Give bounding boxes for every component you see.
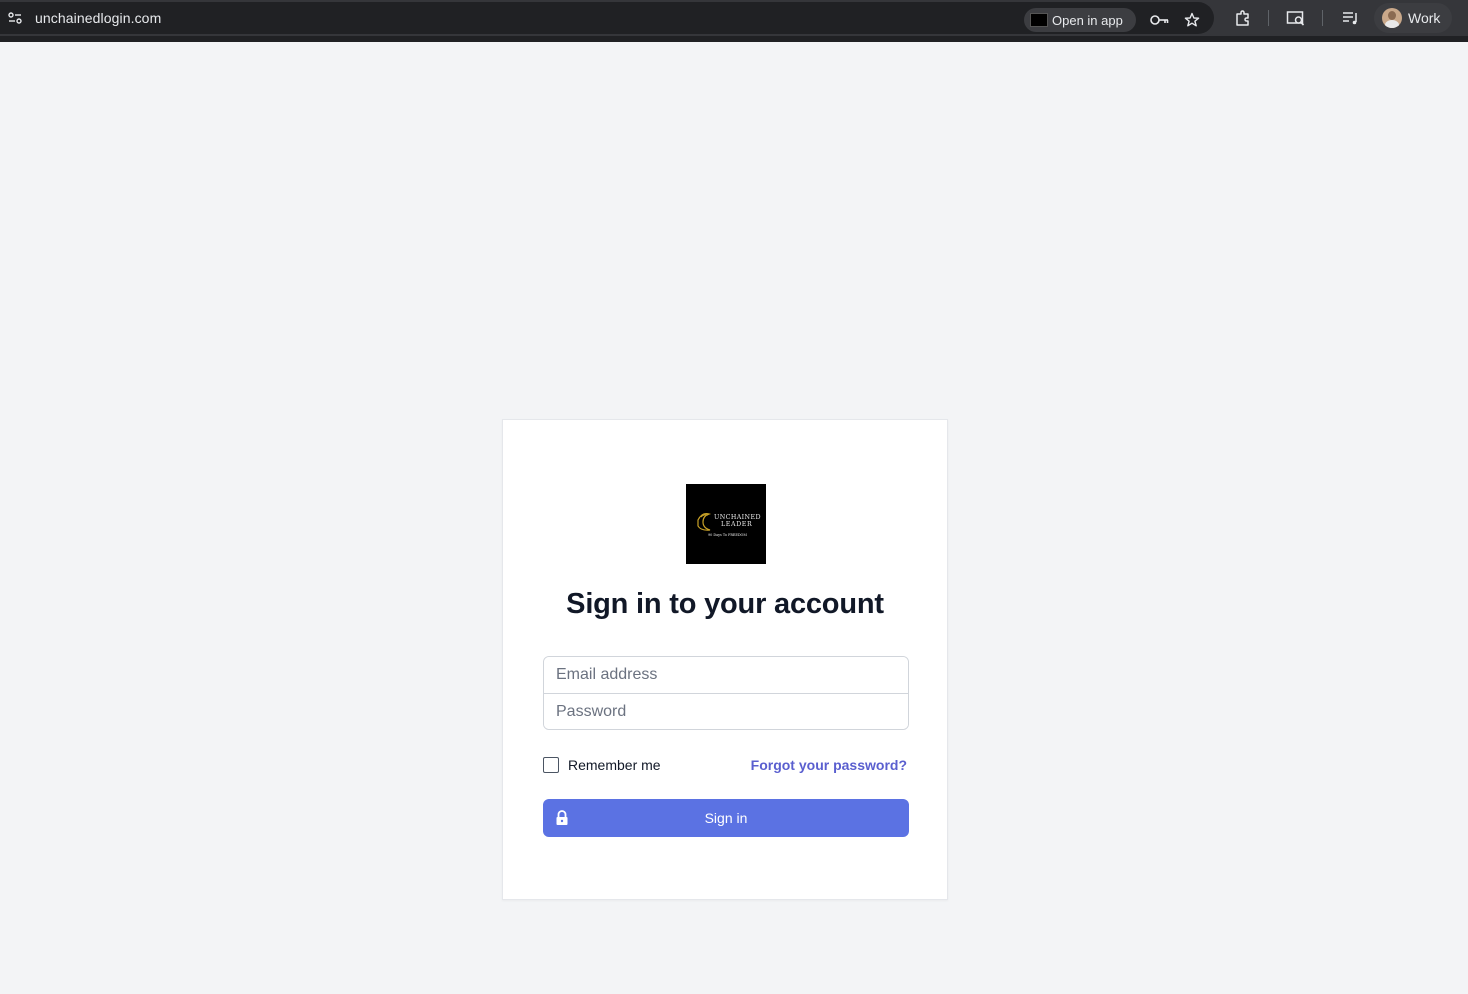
remember-me-checkbox[interactable] — [543, 757, 559, 773]
sign-in-button[interactable]: Sign in — [543, 799, 909, 837]
email-field[interactable] — [544, 657, 908, 693]
svg-text:90 Days To FREEDOM: 90 Days To FREEDOM — [708, 533, 747, 537]
media-control-icon[interactable] — [1339, 7, 1361, 29]
toolbar-edge — [0, 36, 1468, 42]
lock-icon — [555, 810, 569, 826]
site-settings-icon[interactable] — [4, 7, 26, 29]
url-text[interactable]: unchainedlogin.com — [35, 10, 161, 26]
password-field[interactable] — [544, 694, 908, 729]
bookmark-star-icon[interactable] — [1181, 9, 1203, 31]
credentials-group — [543, 656, 909, 730]
browser-toolbar: unchainedlogin.com Open in app Work — [0, 0, 1468, 36]
avatar — [1382, 8, 1402, 28]
screen-search-icon[interactable] — [1285, 7, 1307, 29]
profile-button[interactable]: Work — [1374, 3, 1452, 33]
toolbar-separator — [1268, 10, 1269, 26]
forgot-password-link[interactable]: Forgot your password? — [751, 757, 907, 773]
login-card: UNCHAINED LEADER 90 Days To FREEDOM Sign… — [502, 419, 948, 900]
profile-label: Work — [1408, 10, 1441, 26]
sign-in-label: Sign in — [704, 810, 748, 826]
open-in-app-button[interactable]: Open in app — [1024, 8, 1136, 32]
remember-me[interactable]: Remember me — [543, 757, 661, 773]
app-thumbnail-icon — [1030, 13, 1048, 27]
extensions-icon[interactable] — [1232, 7, 1254, 29]
toolbar-separator — [1322, 10, 1323, 26]
open-in-app-label: Open in app — [1052, 12, 1123, 28]
address-bar[interactable]: unchainedlogin.com Open in app — [0, 2, 1214, 34]
svg-text:LEADER: LEADER — [721, 521, 752, 528]
password-key-icon[interactable] — [1149, 9, 1171, 31]
remember-me-label: Remember me — [568, 757, 661, 773]
unchained-leader-logo: UNCHAINED LEADER 90 Days To FREEDOM — [686, 484, 766, 564]
page-title: Sign in to your account — [566, 588, 884, 620]
svg-text:UNCHAINED: UNCHAINED — [714, 514, 761, 521]
